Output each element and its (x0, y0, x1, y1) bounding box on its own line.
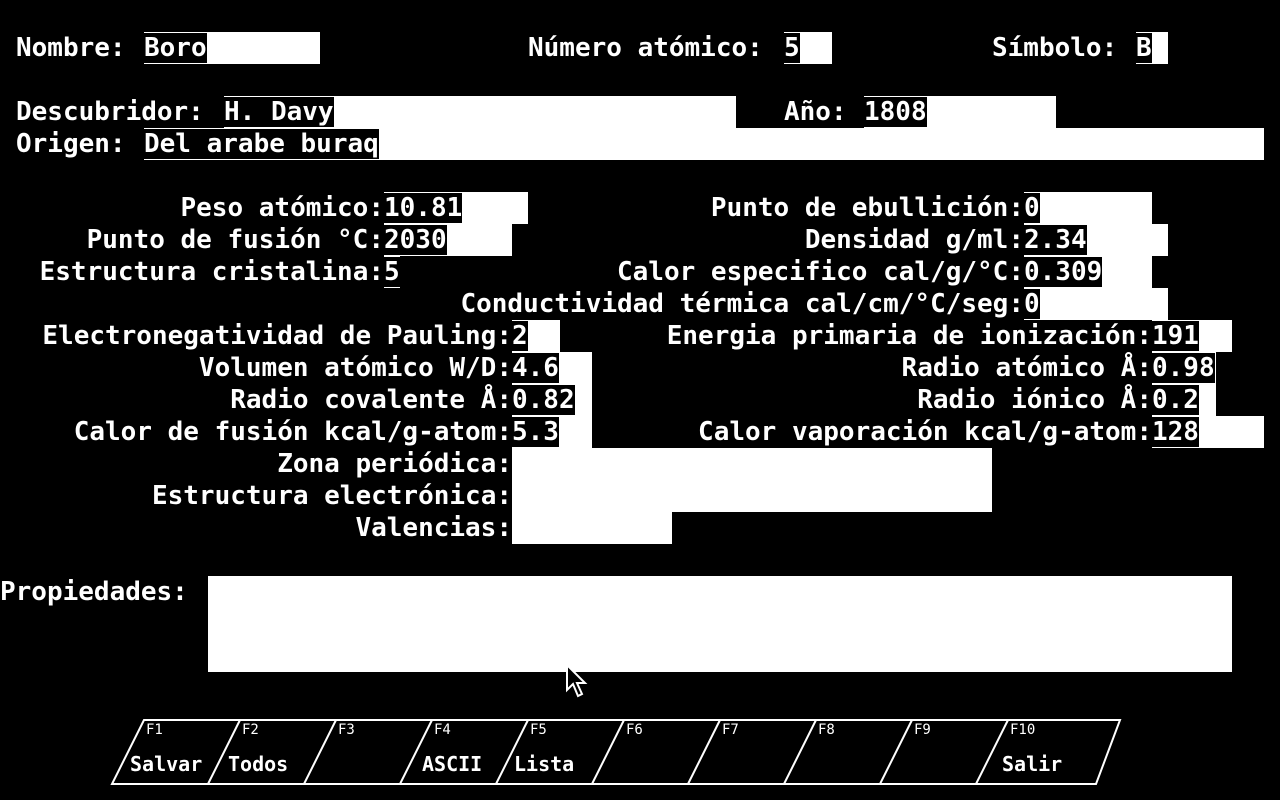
calor-vaporacion-label: Calor vaporación kcal/g-atom: (698, 417, 1152, 447)
f6-key: F6 (626, 722, 643, 738)
simbolo-value: B (1136, 33, 1152, 63)
f1-key: F1 (146, 722, 163, 738)
nombre-value: Boro (144, 33, 207, 63)
mouse-pointer-icon (566, 664, 588, 698)
estructura-cristalina-value: 5 (384, 257, 400, 287)
f5-key: F5 (530, 722, 547, 738)
f10-key: F10 (1010, 722, 1036, 738)
f2-todos-button[interactable]: Todos (228, 752, 288, 776)
radio-covalente-field[interactable]: 0.82 (512, 384, 592, 416)
radio-atomico-label: Radio atómico Å: (901, 353, 1152, 383)
f2-key: F2 (242, 722, 259, 738)
calor-especifico-field[interactable]: 0.309 (1024, 256, 1152, 288)
numero-atomico-label: Número atómico: (528, 33, 763, 63)
energia-ionizacion-label: Energia primaria de ionización: (666, 321, 1152, 351)
descubridor-label: Descubridor: (16, 97, 204, 127)
f3-key: F3 (338, 722, 355, 738)
propiedades-label: Propiedades: (0, 577, 188, 607)
volumen-atomico-field[interactable]: 4.6 (512, 352, 592, 384)
volumen-atomico-label: Volumen atómico W/D: (198, 353, 512, 383)
anio-label: Año: (784, 97, 847, 127)
numero-atomico-value: 5 (784, 33, 800, 63)
radio-atomico-field[interactable]: 0.98 (1152, 352, 1216, 384)
radio-covalente-label: Radio covalente Å: (230, 385, 512, 415)
punto-ebullicion-label: Punto de ebullición: (710, 193, 1024, 223)
densidad-label: Densidad g/ml: (804, 225, 1024, 255)
nombre-label: Nombre: (16, 33, 126, 63)
electronegatividad-value: 2 (512, 321, 528, 351)
f7-key: F7 (722, 722, 739, 738)
densidad-value: 2.34 (1024, 225, 1087, 255)
simbolo-label: Símbolo: (992, 33, 1118, 63)
zona-periodica-field[interactable] (512, 448, 992, 480)
punto-fusion-value: 2030 (384, 225, 447, 255)
densidad-field[interactable]: 2.34 (1024, 224, 1168, 256)
conductividad-termica-label: Conductividad térmica cal/cm/°C/seg: (460, 289, 1024, 319)
electronegatividad-field[interactable]: 2 (512, 320, 560, 352)
f8-key: F8 (818, 722, 835, 738)
punto-fusion-label: Punto de fusión °C: (86, 225, 384, 255)
calor-especifico-value: 0.309 (1024, 257, 1103, 287)
nombre-field[interactable]: Boro (144, 32, 320, 64)
anio-field[interactable]: 1808 (864, 96, 1056, 128)
radio-ionico-value: 0.2 (1152, 385, 1199, 415)
calor-fusion-field[interactable]: 5.3 (512, 416, 592, 448)
punto-fusion-field[interactable]: 2030 (384, 224, 512, 256)
f5-lista-button[interactable]: Lista (514, 752, 574, 776)
radio-covalente-value: 0.82 (512, 385, 575, 415)
f9-key: F9 (914, 722, 931, 738)
calor-fusion-value: 5.3 (512, 417, 559, 447)
descubridor-value: H. Davy (224, 97, 334, 127)
propiedades-field[interactable] (208, 576, 1232, 672)
estructura-cristalina-label: Estructura cristalina: (39, 257, 384, 287)
valencias-field[interactable] (512, 512, 672, 544)
volumen-atomico-value: 4.6 (512, 353, 559, 383)
f4-ascii-button[interactable]: ASCII (422, 752, 482, 776)
f4-key: F4 (434, 722, 451, 738)
element-form-screen: Nombre: Boro Número atómico: 5 Símbolo: … (0, 0, 1280, 800)
peso-atomico-field[interactable]: 10.81 (384, 192, 528, 224)
origen-value: Del arabe buraq (144, 129, 379, 159)
radio-ionico-field[interactable]: 0.2 (1152, 384, 1216, 416)
electronegatividad-label: Electronegatividad de Pauling: (42, 321, 512, 351)
calor-especifico-label: Calor especifico cal/g/°C: (617, 257, 1024, 287)
f10-salir-button[interactable]: Salir (1002, 752, 1062, 776)
function-key-bar: F1 Salvar F2 Todos F3 F4 ASCII F5 Lista … (0, 700, 1280, 800)
energia-ionizacion-field[interactable]: 191 (1152, 320, 1232, 352)
estructura-electronica-label: Estructura electrónica: (151, 481, 512, 511)
f1-salvar-button[interactable]: Salvar (130, 752, 202, 776)
radio-ionico-label: Radio iónico Å: (917, 385, 1152, 415)
simbolo-field[interactable]: B (1136, 32, 1168, 64)
conductividad-termica-field[interactable]: 0 (1024, 288, 1168, 320)
peso-atomico-value: 10.81 (384, 193, 463, 223)
punto-ebullicion-field[interactable]: 0 (1024, 192, 1152, 224)
estructura-cristalina-field[interactable]: 5 (384, 256, 400, 288)
function-key-frame (110, 719, 1122, 785)
radio-atomico-value: 0.98 (1152, 353, 1215, 383)
valencias-label: Valencias: (355, 513, 512, 543)
peso-atomico-label: Peso atómico: (180, 193, 385, 223)
numero-atomico-field[interactable]: 5 (784, 32, 832, 64)
anio-value: 1808 (864, 97, 927, 127)
calor-vaporacion-field[interactable]: 128 (1152, 416, 1264, 448)
estructura-electronica-field[interactable] (512, 480, 992, 512)
calor-vaporacion-value: 128 (1152, 417, 1199, 447)
descubridor-field[interactable]: H. Davy (224, 96, 736, 128)
origen-field[interactable]: Del arabe buraq (144, 128, 1264, 160)
calor-fusion-label: Calor de fusión kcal/g-atom: (73, 417, 512, 447)
conductividad-termica-value: 0 (1024, 289, 1040, 319)
zona-periodica-label: Zona periódica: (277, 449, 512, 479)
punto-ebullicion-value: 0 (1024, 193, 1040, 223)
origen-label: Origen: (16, 129, 126, 159)
energia-ionizacion-value: 191 (1152, 321, 1199, 351)
